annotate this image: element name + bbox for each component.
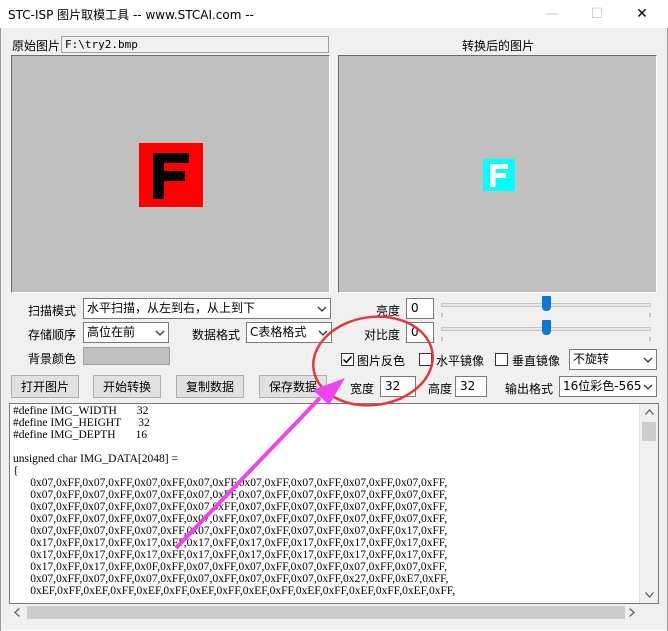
code-line: { <box>13 465 19 477</box>
invert-checkbox-box[interactable] <box>341 353 354 366</box>
code-output-text: #define IMG_WIDTH 32 #define IMG_HEIGHT 3… <box>13 405 455 597</box>
data-format-value: C表格格式 <box>250 325 307 339</box>
code-output-textarea[interactable]: #define IMG_WIDTH 32 #define IMG_HEIGHT 3… <box>9 403 659 604</box>
chevron-down-icon <box>155 330 165 336</box>
minimize-button[interactable]: — <box>530 0 574 28</box>
contrast-slider[interactable] <box>441 319 651 343</box>
start-convert-button[interactable]: 开始转换 <box>93 375 161 398</box>
vertical-scrollbar-thumb[interactable] <box>642 422 656 441</box>
scroll-down-icon[interactable] <box>645 592 654 598</box>
save-data-button[interactable]: 保存数据 <box>259 375 327 398</box>
bg-color-label: 背景颜色 <box>28 352 77 366</box>
code-line: 0x17,0xFF,0x17,0xFF,0x0F,0xFF,0x07,0xFF,… <box>13 561 447 573</box>
rotation-value: 不旋转 <box>573 352 610 366</box>
code-line: 0xEF,0xFF,0xEF,0xFF,0xEF,0xFF,0xEF,0xFF,… <box>13 585 456 597</box>
storage-order-select[interactable]: 高位在前 <box>83 322 169 343</box>
minimize-icon: — <box>545 6 559 22</box>
hmirror-checkbox-label: 水平镜像 <box>436 354 485 368</box>
vertical-scrollbar[interactable] <box>639 404 658 603</box>
code-line: 0x07,0xFF,0x07,0xFF,0x07,0xFF,0x07,0xFF,… <box>13 501 448 513</box>
converted-glyph-icon <box>483 159 515 191</box>
vmirror-checkbox-box[interactable] <box>495 353 508 366</box>
close-button[interactable]: ✕ <box>620 0 664 28</box>
height-label: 高度 <box>428 382 453 396</box>
code-line: #define IMG_DEPTH 16 <box>13 429 148 441</box>
brightness-slider[interactable] <box>441 295 651 319</box>
vmirror-checkbox[interactable]: 垂直镜像 <box>495 352 567 368</box>
horizontal-scrollbar[interactable] <box>10 604 639 621</box>
hmirror-checkbox[interactable]: 水平镜像 <box>419 352 491 368</box>
height-field[interactable]: 32 <box>455 376 487 397</box>
source-path-field: F:\try2.bmp <box>61 36 329 53</box>
chevron-down-icon <box>318 330 328 336</box>
converted-image-preview <box>483 159 515 191</box>
contrast-slider-ticks <box>441 337 651 341</box>
converted-image-panel <box>338 55 657 293</box>
code-line: 0x17,0xFF,0x17,0xFF,0x17,0xFF,0x17,0xFF,… <box>13 537 448 549</box>
output-format-select[interactable]: 16位彩色-565 <box>559 376 657 397</box>
hmirror-checkbox-box[interactable] <box>419 353 432 366</box>
contrast-slider-thumb[interactable] <box>541 320 551 335</box>
chevron-down-icon <box>643 384 653 390</box>
scroll-right-icon[interactable] <box>629 608 635 617</box>
chevron-down-icon <box>643 357 653 363</box>
code-line: #define IMG_HEIGHT 32 <box>13 417 150 429</box>
maximize-button[interactable]: ☐ <box>575 0 619 28</box>
data-format-label: 数据格式 <box>192 328 241 342</box>
source-glyph-icon <box>139 143 203 207</box>
data-format-select[interactable]: C表格格式 <box>246 322 332 343</box>
scan-mode-value: 水平扫描，从左到右，从上到下 <box>87 301 256 315</box>
source-image-panel <box>11 55 330 293</box>
code-line: unsigned char IMG_DATA[2048] = <box>13 453 178 465</box>
code-line: 0x07,0xFF,0x07,0xFF,0x07,0xFF,0x07,0xFF,… <box>13 513 448 525</box>
brightness-slider-ticks <box>441 313 651 317</box>
scrollbar-corner <box>639 604 659 621</box>
bg-color-swatch[interactable] <box>83 347 170 365</box>
chevron-down-icon <box>317 306 327 312</box>
output-format-value: 16位彩色-565 <box>563 379 642 393</box>
rotation-select[interactable]: 不旋转 <box>569 349 657 370</box>
contrast-field[interactable]: 0 <box>406 322 434 343</box>
scan-mode-select[interactable]: 水平扫描，从左到右，从上到下 <box>83 298 331 319</box>
brightness-field[interactable]: 0 <box>406 298 434 319</box>
window-title: STC-ISP 图片取模工具 -- www.STCAI.com -- <box>8 8 254 22</box>
code-line: 0x07,0xFF,0x07,0xFF,0x07,0xFF,0x07,0xFF,… <box>13 477 448 489</box>
horizontal-scrollbar-thumb[interactable] <box>27 606 625 619</box>
source-image-label: 原始图片 <box>12 39 61 53</box>
invert-checkbox[interactable]: 图片反色 <box>341 352 409 368</box>
converted-image-label: 转换后的图片 <box>462 39 535 53</box>
close-icon: ✕ <box>636 6 648 22</box>
brightness-slider-thumb[interactable] <box>541 296 551 311</box>
storage-order-value: 高位在前 <box>87 325 136 339</box>
window-border-left <box>0 28 1 631</box>
maximize-icon: ☐ <box>590 6 604 22</box>
open-image-button[interactable]: 打开图片 <box>11 375 79 398</box>
contrast-label: 对比度 <box>364 328 401 342</box>
scroll-left-icon[interactable] <box>14 608 20 617</box>
brightness-label: 亮度 <box>376 304 401 318</box>
vmirror-checkbox-label: 垂直镜像 <box>512 354 561 368</box>
invert-checkbox-label: 图片反色 <box>357 354 406 368</box>
width-field[interactable]: 32 <box>380 376 416 397</box>
output-format-label: 输出格式 <box>505 382 554 396</box>
source-image-preview <box>139 143 203 207</box>
copy-data-button[interactable]: 复制数据 <box>176 375 244 398</box>
storage-order-label: 存储顺序 <box>28 328 77 342</box>
code-line: #define IMG_WIDTH 32 <box>13 405 149 417</box>
code-line: 0x07,0xFF,0x07,0xFF,0x07,0xFF,0x07,0xFF,… <box>13 573 449 585</box>
checkmark-icon <box>343 356 353 364</box>
scan-mode-label: 扫描模式 <box>28 304 77 318</box>
code-line: 0x07,0xFF,0x07,0xFF,0x07,0xFF,0x07,0xFF,… <box>13 489 448 501</box>
code-line: 0x07,0xFF,0x07,0xFF,0x07,0xFF,0x07,0xFF,… <box>13 525 448 537</box>
width-label: 宽度 <box>350 382 375 396</box>
code-line: 0x17,0xFF,0x17,0xFF,0x17,0xFF,0x17,0xFF,… <box>13 549 448 561</box>
scroll-up-icon[interactable] <box>645 409 654 415</box>
